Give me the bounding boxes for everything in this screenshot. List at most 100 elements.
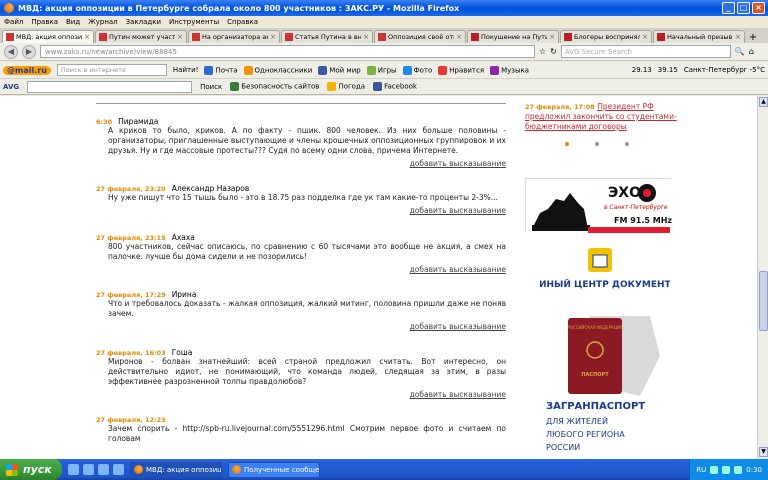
- tray-icon[interactable]: [734, 465, 743, 474]
- start-button[interactable]: пуск: [0, 459, 62, 480]
- taskbar-item-firefox[interactable]: МВД: акция оппозиц...: [130, 461, 222, 478]
- quick-launch-icon[interactable]: [68, 464, 79, 475]
- add-comment-link[interactable]: добавить высказывание: [96, 322, 506, 331]
- comment-text: Что и требовалось доказать - жалкая оппо…: [108, 299, 506, 318]
- weather-item[interactable]: Погода: [327, 82, 365, 91]
- tab-bar: МВД: акция оппози... × Путин может участ.…: [0, 28, 768, 43]
- tab-8[interactable]: Начальный призыв... ×: [653, 30, 745, 43]
- tab-close-icon[interactable]: ×: [735, 33, 741, 41]
- tab-close-icon[interactable]: ×: [456, 33, 462, 41]
- echo-logo-text: ЭХО: [608, 185, 641, 201]
- games-item[interactable]: Игры: [366, 65, 397, 75]
- avg-search-button[interactable]: Поиск: [200, 83, 222, 91]
- navigation-bar: ◀ ▶ www.zaks.ru/new/archive/view/88845 ☆…: [0, 43, 768, 61]
- menu-bookmarks[interactable]: Закладки: [126, 18, 161, 26]
- eur-rate[interactable]: 39.15: [658, 66, 678, 74]
- menu-file[interactable]: Файл: [4, 18, 23, 26]
- scroll-thumb[interactable]: [759, 271, 768, 331]
- home-icon[interactable]: ⌂: [749, 47, 754, 56]
- facebook-item[interactable]: Facebook: [373, 82, 417, 91]
- menu-edit[interactable]: Правка: [31, 18, 58, 26]
- avg-toolbar: AVG Поиск Безопасность сайтов Погода Fac…: [0, 79, 768, 95]
- documents-center-banner[interactable]: ЕДИНЫЙ ЦЕНТР ДОКУМЕНТОВ РОССИЙСКАЯ ФЕДЕР…: [525, 246, 685, 458]
- menu-help[interactable]: Справка: [227, 18, 258, 26]
- tab-close-icon[interactable]: ×: [363, 33, 369, 41]
- scroll-up-arrow-icon[interactable]: ▲: [759, 97, 768, 107]
- scroll-down-arrow-icon[interactable]: ▼: [759, 447, 768, 457]
- usd-rate[interactable]: 29.13: [632, 66, 652, 74]
- mailru-logo[interactable]: @mail.ru: [3, 65, 51, 75]
- tab-5[interactable]: Оппозиция своё отк...×: [374, 30, 466, 43]
- dp-favicon-icon: [471, 33, 479, 41]
- shield-icon: [230, 82, 240, 91]
- photo-item[interactable]: Фото: [402, 65, 432, 75]
- menu-bar: Файл Правка Вид Журнал Закладки Инструме…: [0, 16, 768, 28]
- windows-taskbar: пуск МВД: акция оппозиц... Полученные со…: [0, 459, 768, 480]
- like-item[interactable]: Нравится: [438, 65, 484, 75]
- comment-date: 27 февраля, 12:23: [96, 416, 166, 424]
- tab-6[interactable]: Покушение на Пути...×: [467, 30, 559, 43]
- forward-button[interactable]: ▶: [22, 44, 36, 59]
- language-indicator[interactable]: RU: [696, 466, 706, 474]
- tab-close-icon[interactable]: ×: [642, 33, 648, 41]
- photo-icon: [402, 65, 412, 75]
- quick-launch-icon[interactable]: [113, 464, 124, 475]
- find-button[interactable]: Найти!: [173, 66, 199, 74]
- my-world-item[interactable]: Мой мир: [318, 65, 361, 75]
- add-comment-link[interactable]: добавить высказывание: [96, 159, 506, 168]
- add-comment-link[interactable]: добавить высказывание: [96, 206, 506, 215]
- tray-icon[interactable]: [722, 465, 731, 474]
- comment: 27 февраля, 23:15 Ахаха 800 участников, с…: [96, 233, 506, 274]
- echo-radio-banner[interactable]: ЭХО в Санкт-Петербурге FM 91.5 MHz: [525, 178, 672, 233]
- tab-3[interactable]: На организатора ак...×: [188, 30, 280, 43]
- avg-logo[interactable]: AVG: [3, 83, 19, 91]
- maximize-button[interactable]: □: [737, 2, 750, 14]
- menu-view[interactable]: Вид: [66, 18, 80, 26]
- add-comment-link[interactable]: добавить высказывание: [96, 265, 506, 274]
- site-safety-item[interactable]: Безопасность сайтов: [230, 82, 319, 91]
- url-bar[interactable]: www.zaks.ru/new/archive/view/88845: [40, 45, 535, 58]
- mail-item[interactable]: Почта: [204, 65, 238, 75]
- tab-4[interactable]: Статья Путина в вн... ×: [281, 30, 373, 43]
- passport-country: РОССИЙСКАЯ ФЕДЕРАЦИЯ: [567, 325, 622, 330]
- new-tab-button[interactable]: +: [746, 32, 760, 43]
- quick-launch-icon[interactable]: [83, 464, 94, 475]
- tab-close-icon[interactable]: ×: [270, 33, 276, 41]
- music-icon: [490, 65, 500, 75]
- search-bar[interactable]: AVG Secure Search: [560, 45, 731, 58]
- carousel-dot[interactable]: [595, 142, 599, 146]
- tab-1[interactable]: МВД: акция оппози... ×: [2, 30, 94, 43]
- taskbar-item-messages[interactable]: Полученные сообще...: [228, 461, 320, 478]
- search-icon[interactable]: 🔍: [735, 47, 745, 56]
- music-item[interactable]: Музыка: [490, 65, 529, 75]
- bookmark-star-icon[interactable]: ☆: [539, 47, 546, 56]
- games-icon: [366, 65, 376, 75]
- news-item[interactable]: 27 февраля, 17:08 Президент РФ предложил…: [525, 102, 685, 132]
- minimize-button[interactable]: _: [722, 2, 735, 14]
- tray-icon[interactable]: [710, 465, 719, 474]
- zaks-favicon-icon: [378, 33, 386, 41]
- carousel-dot[interactable]: [625, 142, 629, 146]
- add-comment-link[interactable]: добавить высказывание: [96, 390, 506, 399]
- menu-history[interactable]: Журнал: [88, 18, 117, 26]
- comment-text: Ну уже пишут что 15 тышь было - это в 18…: [108, 193, 498, 202]
- tab-close-icon[interactable]: ×: [84, 33, 90, 41]
- tab-2[interactable]: Путин может участ... ×: [95, 30, 187, 43]
- comment-date: 27 февраля, 16:03: [96, 349, 166, 357]
- back-button[interactable]: ◀: [4, 44, 18, 59]
- carousel-dot[interactable]: [565, 142, 569, 146]
- comment: 27 февраля, 17:29 Ирина Что и требовалось…: [96, 290, 506, 331]
- tab-close-icon[interactable]: ×: [177, 33, 183, 41]
- weather-readout[interactable]: Санкт-Петербург -5°C: [684, 66, 765, 74]
- tab-close-icon[interactable]: ×: [549, 33, 555, 41]
- avg-search-input[interactable]: [27, 80, 193, 93]
- mailru-search-input[interactable]: Поиск в интернете: [56, 64, 167, 76]
- close-button[interactable]: ×: [752, 2, 765, 14]
- vertical-scrollbar[interactable]: ▲ ▼: [757, 96, 768, 459]
- odnoklassniki-item[interactable]: Одноклассники: [243, 65, 312, 75]
- tab-7[interactable]: Блогеры воспринял...×: [560, 30, 652, 43]
- reload-icon[interactable]: ↻: [550, 47, 557, 56]
- quick-launch-icon[interactable]: [98, 464, 109, 475]
- comment-text: Зачем спорить - http://spb-ru.livejourna…: [108, 424, 506, 443]
- menu-tools[interactable]: Инструменты: [169, 18, 219, 26]
